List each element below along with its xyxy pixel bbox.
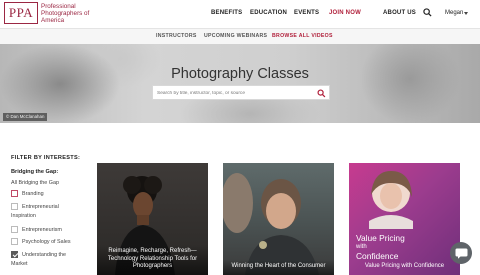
top-navigation: PPA Professional Photographers of Americ… — [0, 0, 480, 29]
search-icon[interactable] — [317, 89, 326, 98]
card-overlay-text: Value Pricing with Confidence — [356, 234, 405, 261]
search-icon[interactable] — [423, 8, 432, 17]
nav-events[interactable]: EVENTS — [294, 10, 319, 16]
interest-filters: FILTER BY INTERESTS: Bridging the Gap: A… — [11, 155, 91, 267]
checkbox-branding[interactable] — [11, 190, 18, 197]
nav-education[interactable]: EDUCATION — [250, 10, 287, 16]
subnav-upcoming-webinars[interactable]: UPCOMING WEBINARS — [204, 33, 267, 39]
filter-label-entrepreneurism: Entrepreneurism — [22, 227, 62, 233]
card-title: Reimagine, Recharge, Refresh—Technology … — [97, 245, 208, 275]
sub-navigation: INSTRUCTORS UPCOMING WEBINARS BROWSE ALL… — [0, 29, 480, 44]
search-input[interactable] — [157, 88, 307, 98]
overlay-line-1: Value Pricing — [356, 233, 405, 243]
ppa-logo[interactable]: PPA Professional Photographers of Americ… — [4, 2, 101, 24]
page-title: Photography Classes — [171, 66, 309, 82]
subnav-browse-all-videos[interactable]: BROWSE ALL VIDEOS — [272, 33, 333, 39]
filter-label-entrepreneurial: Entrepreneurial — [22, 204, 59, 210]
class-card[interactable]: Winning the Heart of the Consumer — [223, 163, 334, 275]
instructor-photo — [223, 173, 319, 275]
checkbox-understanding-the-market[interactable] — [11, 251, 18, 258]
filter-all-bridging-the-gap[interactable]: All Bridging the Gap — [11, 180, 59, 186]
class-card[interactable]: Value Pricing with Confidence Value Pric… — [349, 163, 460, 275]
logo-mark: PPA — [4, 2, 38, 24]
nav-join-now[interactable]: JOIN NOW — [329, 10, 361, 16]
card-title: Value Pricing with Confidence — [364, 262, 445, 269]
subnav-instructors[interactable]: INSTRUCTORS — [156, 33, 197, 39]
checkbox-psychology-of-sales[interactable] — [11, 238, 18, 245]
filter-label-understanding-the: Understanding the — [22, 252, 67, 258]
chat-icon — [455, 248, 467, 259]
class-card[interactable]: Reimagine, Recharge, Refresh—Technology … — [97, 163, 208, 275]
class-search — [152, 85, 330, 100]
hero-banner: Photography Classes © Dan McClanahan — [0, 44, 480, 123]
filter-label-branding: Branding — [22, 191, 44, 197]
filter-group-title: Bridging the Gap: — [11, 169, 59, 175]
filter-heading: FILTER BY INTERESTS: — [11, 155, 81, 161]
nav-about-us[interactable]: ABOUT US — [383, 10, 416, 16]
filter-label-psychology-of-sales: Psychology of Sales — [22, 239, 71, 245]
filter-label-inspiration: Inspiration — [11, 213, 36, 219]
checkbox-entrepreneurism[interactable] — [11, 226, 18, 233]
chat-button[interactable] — [450, 242, 472, 264]
nav-benefits[interactable]: BENEFITS — [211, 10, 242, 16]
photo-credit: © Dan McClanahan — [3, 113, 48, 121]
caret-down-icon[interactable] — [464, 12, 468, 15]
checkbox-entrepreneurial-inspiration[interactable] — [11, 203, 18, 210]
card-title: Winning the Heart of the Consumer — [223, 259, 334, 275]
filter-label-market: Market — [11, 261, 28, 267]
logo-text: Professional Photographers of America — [41, 2, 90, 24]
user-menu[interactable]: Megan — [445, 10, 463, 16]
